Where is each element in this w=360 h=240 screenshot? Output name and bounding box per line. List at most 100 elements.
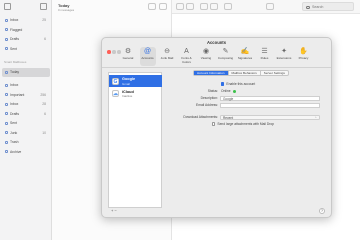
tab-composing[interactable]: ✎ Composing <box>218 47 234 66</box>
tab-viewing[interactable]: ◉ Viewing <box>198 47 214 66</box>
unread-count: 6 <box>44 37 46 41</box>
tab-fonts-colors[interactable]: A Fonts & Colors <box>179 47 195 66</box>
sidebar-item-label: Drafts <box>10 37 20 41</box>
add-remove-account[interactable]: + − <box>108 208 162 215</box>
tab-icon: ✦ <box>281 48 287 55</box>
mailbox-icon <box>5 150 8 154</box>
sidebar-item[interactable]: Inbox 28 <box>0 100 52 109</box>
mail-drop-checkbox[interactable] <box>212 122 216 126</box>
tab-icon: ✎ <box>222 48 229 55</box>
enable-account-checkbox[interactable] <box>221 82 225 86</box>
account-logo-icon: ☁ <box>112 90 119 97</box>
sidebar-item-label: Sent <box>10 46 17 51</box>
accounts-preferences-window: Accounts ⚙ General @ Accounts ⊖ Junk Mail A Fon… <box>101 37 332 218</box>
unread-count: 28 <box>42 102 46 106</box>
filter-button[interactable] <box>148 3 156 10</box>
archive-button[interactable] <box>200 3 208 10</box>
sidebar-item-label: Junk <box>10 130 18 135</box>
online-status-icon <box>232 89 236 93</box>
tab-accounts[interactable]: @ Accounts <box>139 47 156 66</box>
tab-label: Extensions <box>276 56 292 60</box>
mailbox-icon <box>5 121 8 125</box>
tab-icon: ✍ <box>240 48 250 55</box>
tab-junk-mail[interactable]: ⊖ Junk Mail <box>159 47 175 66</box>
account-item[interactable]: G Google Gmail <box>109 75 162 87</box>
mailbox-icon <box>5 131 8 135</box>
tab-icon: @ <box>143 48 152 55</box>
tab-label: Fonts & Colors <box>181 56 192 64</box>
preferences-tabs: ⚙ General @ Accounts ⊖ Junk Mail A Fonts & Colo… <box>102 45 331 68</box>
more-button[interactable] <box>266 3 274 10</box>
sidebar-item[interactable]: Sent <box>0 45 52 54</box>
reader-toolbar: Search <box>172 0 360 14</box>
tab-icon: ◉ <box>202 48 210 55</box>
mailbox-icon <box>5 18 8 22</box>
description-field[interactable]: Google <box>220 95 320 101</box>
chevron-updown-icon: ⌃ <box>314 115 317 120</box>
tab-label: Signatures <box>237 56 253 60</box>
window-controls-icon[interactable] <box>4 3 11 10</box>
tab-rules[interactable]: ☰ Rules <box>257 47 273 66</box>
sidebar-item[interactable]: Inbox 25 <box>0 16 52 25</box>
sidebar-item[interactable]: Trash <box>0 138 52 147</box>
description-row: Description: Google <box>166 95 326 101</box>
segment-account-information[interactable]: Account Information <box>194 71 229 75</box>
delete-button[interactable] <box>210 3 218 10</box>
sidebar-item[interactable]: Important 256 <box>0 91 52 100</box>
search-field[interactable]: Search <box>302 2 354 11</box>
segment-server-settings[interactable]: Server Settings <box>261 71 288 75</box>
sidebar-item-label: Archive <box>10 149 22 154</box>
tab-privacy[interactable]: ✋ Privacy <box>296 47 312 66</box>
tab-icon: ✋ <box>299 48 308 55</box>
account-name: Google <box>122 77 136 81</box>
sidebar-item-label: Inbox <box>10 102 19 106</box>
sidebar-item-label: Flagged <box>10 27 23 32</box>
sidebar-item[interactable]: Drafts 6 <box>0 110 52 119</box>
tab-signatures[interactable]: ✍ Signatures <box>237 47 253 66</box>
unread-count: 25 <box>42 18 46 22</box>
forward-button[interactable] <box>186 3 194 10</box>
mailbox-icon <box>5 28 8 32</box>
tab-label: Junk Mail <box>160 56 174 60</box>
help-button[interactable]: ? <box>319 208 325 214</box>
enable-account-row[interactable]: Enable this account <box>166 81 326 87</box>
sidebar-item-label: Important <box>10 92 25 97</box>
sidebar-item[interactable]: Flagged <box>0 26 52 35</box>
email-address-field[interactable] <box>220 102 320 108</box>
tab-extensions[interactable]: ✦ Extensions <box>276 47 292 66</box>
sidebar-item[interactable]: Archive <box>0 148 52 157</box>
account-type: Inactive <box>122 94 133 98</box>
sidebar-item-label: Inbox <box>10 18 19 22</box>
unread-count: 10 <box>42 130 46 135</box>
account-logo-icon: G <box>112 77 119 85</box>
unread-count: 6 <box>44 111 46 116</box>
mail-drop-row[interactable]: Send large attachments with Mail Drop <box>166 121 326 127</box>
sidebar-item[interactable]: Junk 10 <box>0 129 52 138</box>
mail-sidebar: Inbox 25 Flagged Drafts 6 Sent Smart Mailboxe… <box>0 0 52 240</box>
email-row: Email Address: <box>166 102 326 108</box>
tab-label: Composing <box>217 56 234 60</box>
sidebar-toggle-icon[interactable] <box>40 3 47 10</box>
tab-general[interactable]: ⚙ General <box>120 47 136 66</box>
tab-icon: A <box>184 48 189 55</box>
tab-label: General <box>122 56 134 60</box>
sidebar-item-label: Sent <box>10 121 17 125</box>
reply-button[interactable] <box>176 3 184 10</box>
flag-button[interactable] <box>224 3 232 10</box>
tab-icon: ⚙ <box>124 48 132 55</box>
tab-label: Viewing <box>200 56 212 60</box>
account-detail-panel: Enable this account Status: Online Descr… <box>166 78 326 148</box>
sidebar-item-today[interactable]: Today <box>2 68 50 77</box>
sidebar-item[interactable]: Inbox <box>0 81 52 90</box>
accounts-list[interactable]: G Google Gmail ☁ iCloud Inactive <box>108 72 162 208</box>
segment-mailbox-behaviors[interactable]: Mailbox Behaviors <box>229 71 261 75</box>
mailbox-icon <box>5 140 8 144</box>
tab-label: Privacy <box>298 56 309 60</box>
account-item[interactable]: ☁ iCloud Inactive <box>109 88 162 100</box>
sidebar-item[interactable]: Sent <box>0 119 52 128</box>
download-attachments-select[interactable]: Recent ⌃ <box>220 114 320 120</box>
tab-label: Rules <box>260 56 269 60</box>
mailbox-icon <box>5 102 8 106</box>
sidebar-item[interactable]: Drafts 6 <box>0 35 52 44</box>
compose-button[interactable] <box>159 3 167 10</box>
